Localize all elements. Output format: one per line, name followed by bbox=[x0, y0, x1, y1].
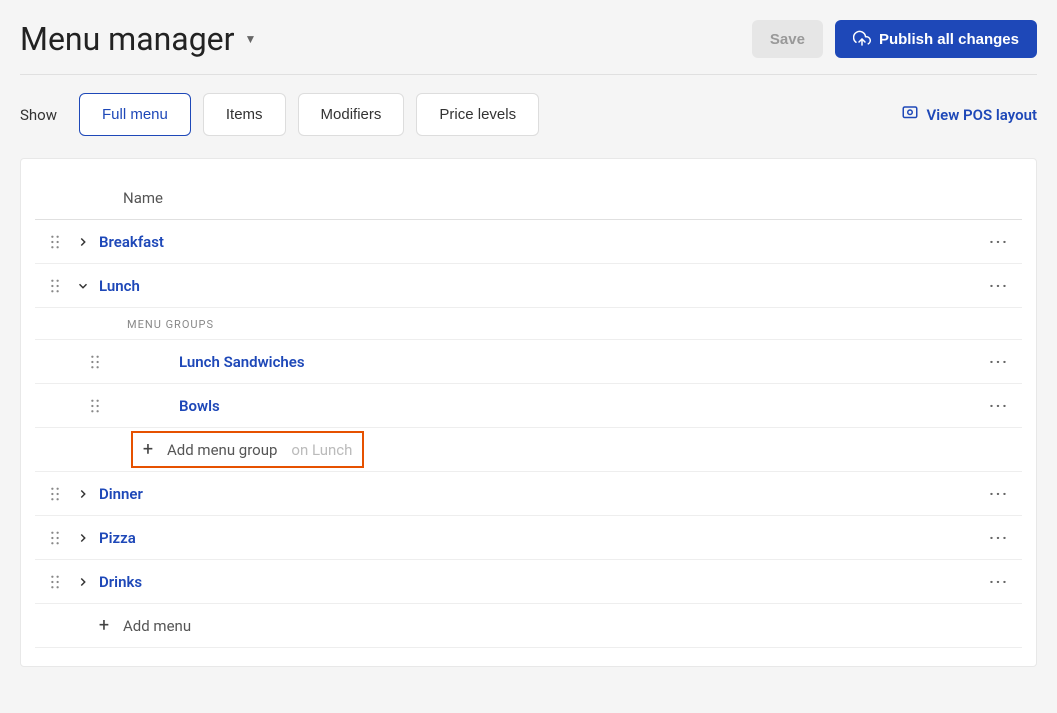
collapse-toggle[interactable] bbox=[67, 279, 99, 293]
group-row-bowls: Bowls ··· bbox=[35, 384, 1022, 428]
cloud-upload-icon bbox=[853, 30, 871, 48]
title-dropdown-caret-icon: ▼ bbox=[244, 32, 256, 46]
more-actions-icon[interactable]: ··· bbox=[984, 485, 1014, 503]
menu-row-pizza: Pizza ··· bbox=[35, 516, 1022, 560]
more-actions-icon[interactable]: ··· bbox=[984, 277, 1014, 295]
add-menu-row[interactable]: + Add menu bbox=[35, 604, 1022, 648]
expand-toggle[interactable] bbox=[67, 575, 99, 589]
expand-toggle[interactable] bbox=[67, 487, 99, 501]
menu-row-drinks: Drinks ··· bbox=[35, 560, 1022, 604]
more-actions-icon[interactable]: ··· bbox=[984, 573, 1014, 591]
plus-icon: + bbox=[95, 615, 113, 636]
preview-icon bbox=[901, 104, 919, 126]
menu-row-dinner: Dinner ··· bbox=[35, 472, 1022, 516]
menu-table-panel: Name Breakfast ··· Lunch ··· MENU GROUPS… bbox=[20, 158, 1037, 667]
menu-link-breakfast[interactable]: Breakfast bbox=[99, 233, 984, 251]
group-link-bowls[interactable]: Bowls bbox=[107, 397, 984, 415]
page-title-wrap[interactable]: Menu manager ▼ bbox=[20, 20, 256, 58]
tab-price-levels[interactable]: Price levels bbox=[416, 93, 539, 136]
drag-handle-icon[interactable] bbox=[43, 575, 67, 589]
tab-full-menu[interactable]: Full menu bbox=[79, 93, 191, 136]
group-row-sandwiches: Lunch Sandwiches ··· bbox=[35, 340, 1022, 384]
add-menu-group-row[interactable]: + Add menu group on Lunch bbox=[35, 428, 1022, 472]
menu-groups-label: MENU GROUPS bbox=[35, 308, 1022, 340]
add-menu-label: Add menu bbox=[123, 617, 191, 635]
menu-link-lunch[interactable]: Lunch bbox=[99, 277, 984, 295]
page-title: Menu manager bbox=[20, 20, 234, 58]
group-link-sandwiches[interactable]: Lunch Sandwiches bbox=[107, 353, 984, 371]
drag-handle-icon[interactable] bbox=[43, 531, 67, 545]
drag-handle-icon[interactable] bbox=[43, 235, 67, 249]
menu-row-lunch: Lunch ··· bbox=[35, 264, 1022, 308]
publish-label: Publish all changes bbox=[879, 31, 1019, 48]
view-pos-layout-link[interactable]: View POS layout bbox=[901, 104, 1037, 126]
column-name: Name bbox=[123, 189, 163, 207]
drag-handle-icon[interactable] bbox=[43, 487, 67, 501]
publish-button[interactable]: Publish all changes bbox=[835, 20, 1037, 58]
save-button: Save bbox=[752, 20, 823, 58]
more-actions-icon[interactable]: ··· bbox=[984, 397, 1014, 415]
more-actions-icon[interactable]: ··· bbox=[984, 529, 1014, 547]
drag-handle-icon[interactable] bbox=[83, 355, 107, 369]
add-menu-group-suffix: on Lunch bbox=[291, 441, 352, 459]
drag-handle-icon[interactable] bbox=[43, 279, 67, 293]
expand-toggle[interactable] bbox=[67, 235, 99, 249]
menu-link-drinks[interactable]: Drinks bbox=[99, 573, 984, 591]
menu-link-pizza[interactable]: Pizza bbox=[99, 529, 984, 547]
more-actions-icon[interactable]: ··· bbox=[984, 233, 1014, 251]
expand-toggle[interactable] bbox=[67, 531, 99, 545]
pos-link-label: View POS layout bbox=[927, 106, 1037, 124]
show-label: Show bbox=[20, 106, 57, 124]
menu-row-breakfast: Breakfast ··· bbox=[35, 220, 1022, 264]
plus-icon: + bbox=[139, 439, 157, 460]
tab-modifiers[interactable]: Modifiers bbox=[298, 93, 405, 136]
more-actions-icon[interactable]: ··· bbox=[984, 353, 1014, 371]
drag-handle-icon[interactable] bbox=[83, 399, 107, 413]
table-header: Name bbox=[35, 177, 1022, 220]
tab-items[interactable]: Items bbox=[203, 93, 286, 136]
menu-link-dinner[interactable]: Dinner bbox=[99, 485, 984, 503]
add-menu-group-label: Add menu group bbox=[167, 441, 277, 459]
